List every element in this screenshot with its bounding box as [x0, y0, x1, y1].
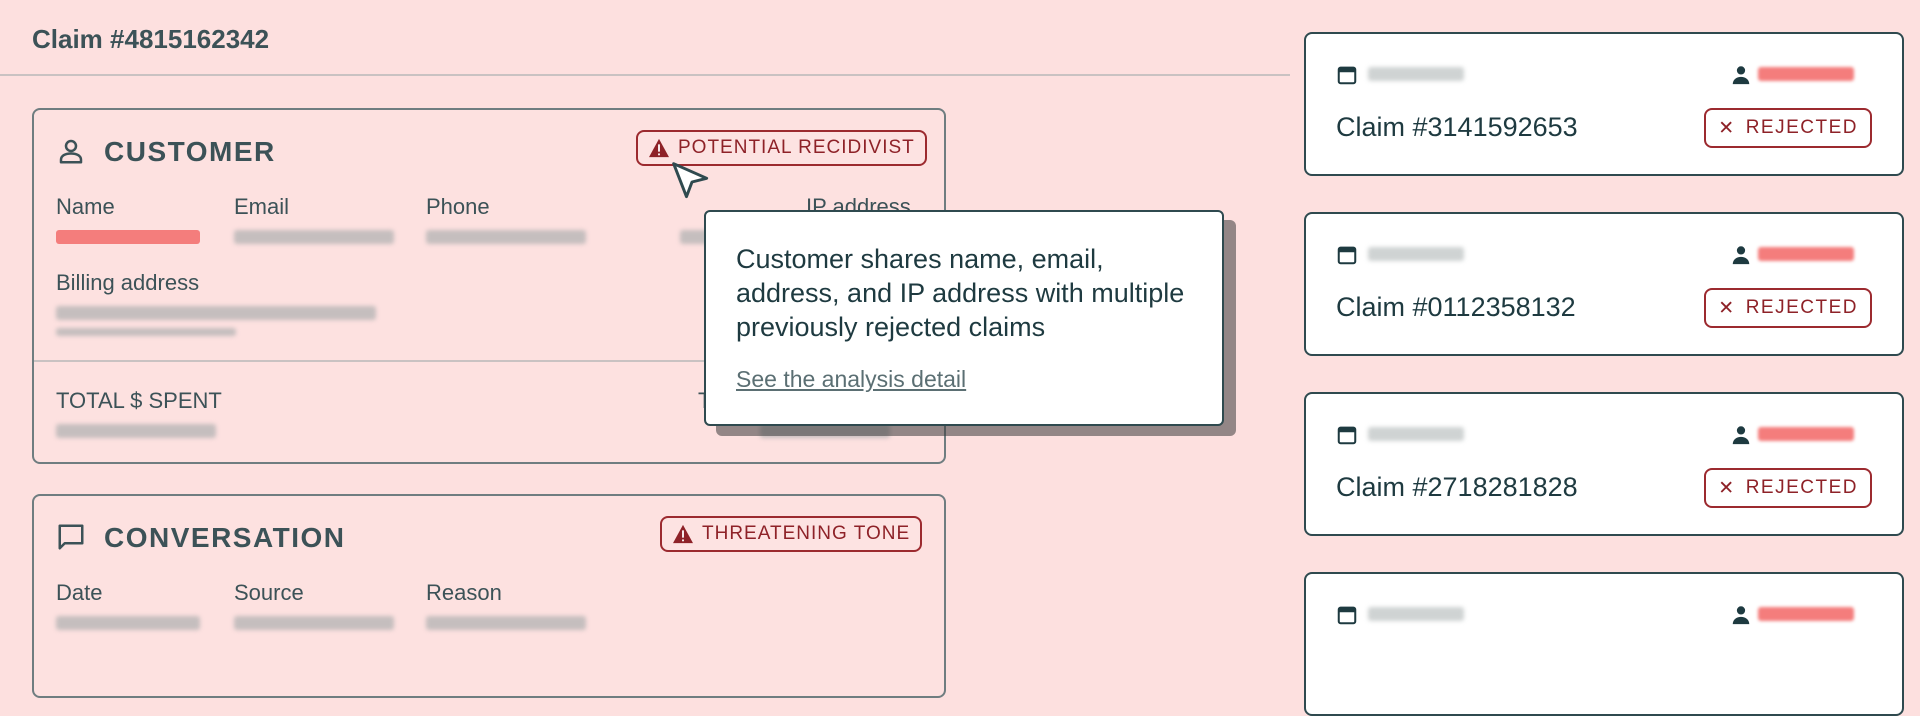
phone-label: Phone — [426, 194, 490, 219]
total-spent-redacted — [56, 424, 216, 438]
threatening-tone-badge[interactable]: THREATENING TONE — [660, 516, 923, 552]
conversation-section-title: CONVERSATION — [104, 522, 346, 553]
warning-icon — [673, 524, 693, 544]
billing-address-label: Billing address — [56, 270, 200, 295]
rejected-badge: ✕ REJECTED — [1704, 468, 1872, 508]
calendar-icon — [1337, 426, 1357, 445]
conversation-panel: CONVERSATION THREATENING TONE Date Sourc… — [32, 494, 946, 698]
person-icon — [1732, 426, 1750, 445]
claim-date-redacted — [1368, 247, 1464, 261]
second-total-redacted — [760, 424, 890, 438]
rejected-label: REJECTED — [1745, 117, 1858, 138]
source-redacted — [234, 616, 394, 630]
claim-customer-redacted — [1758, 247, 1854, 261]
claim-customer-redacted — [1758, 427, 1854, 441]
calendar-icon — [1337, 66, 1357, 85]
claim-date-redacted — [1368, 607, 1464, 621]
person-icon — [1732, 606, 1750, 625]
total-spent-label: TOTAL $ SPENT — [56, 388, 222, 413]
email-label: Email — [234, 194, 290, 219]
header-divider — [0, 74, 1290, 76]
calendar-icon — [1337, 606, 1357, 625]
person-icon — [1732, 246, 1750, 265]
customer-section-title: CUSTOMER — [104, 136, 276, 167]
claim-title: Claim #0112358132 — [1336, 292, 1576, 322]
claim-title: Claim #3141592653 — [1336, 112, 1578, 142]
calendar-icon — [1337, 246, 1357, 265]
rejected-badge: ✕ REJECTED — [1704, 108, 1872, 148]
tooltip-text: Customer shares name, email, address, an… — [736, 244, 1185, 342]
claim-date-redacted — [1368, 427, 1464, 441]
billing-address-redacted-line1 — [56, 306, 376, 320]
claim-card[interactable]: Claim #2718281828 ✕ REJECTED — [1304, 392, 1904, 536]
claim-customer-redacted — [1758, 67, 1854, 81]
claim-date-redacted — [1368, 67, 1464, 81]
mouse-cursor-icon — [672, 162, 709, 199]
recidivist-tooltip: Customer shares name, email, address, an… — [704, 210, 1224, 426]
reason-label: Reason — [426, 580, 502, 605]
phone-redacted — [426, 230, 586, 244]
source-label: Source — [234, 580, 304, 605]
claim-card[interactable] — [1304, 572, 1904, 716]
warning-icon — [649, 138, 669, 158]
reason-redacted — [426, 616, 586, 630]
billing-address-redacted-line2 — [56, 328, 236, 336]
rejected-label: REJECTED — [1745, 297, 1858, 318]
email-redacted — [234, 230, 394, 244]
claim-card[interactable]: Claim #3141592653 ✕ REJECTED — [1304, 32, 1904, 176]
close-icon: ✕ — [1718, 477, 1736, 499]
name-label: Name — [56, 194, 115, 219]
claim-card[interactable]: Claim #0112358132 ✕ REJECTED — [1304, 212, 1904, 356]
analysis-detail-link[interactable]: See the analysis detail — [736, 366, 1192, 393]
claim-title: Claim #2718281828 — [1336, 472, 1578, 502]
threatening-tone-label: THREATENING TONE — [702, 523, 911, 544]
name-redacted — [56, 230, 200, 244]
rejected-badge: ✕ REJECTED — [1704, 288, 1872, 328]
page-title: Claim #4815162342 — [32, 24, 270, 54]
potential-recidivist-label: POTENTIAL RECIDIVIST — [678, 137, 915, 158]
close-icon: ✕ — [1718, 297, 1736, 319]
date-label: Date — [56, 580, 103, 605]
rejected-label: REJECTED — [1745, 477, 1858, 498]
date-redacted — [56, 616, 200, 630]
close-icon: ✕ — [1718, 117, 1736, 139]
user-icon — [59, 139, 83, 164]
person-icon — [1732, 66, 1750, 85]
claim-customer-redacted — [1758, 607, 1854, 621]
chat-icon — [58, 524, 84, 550]
